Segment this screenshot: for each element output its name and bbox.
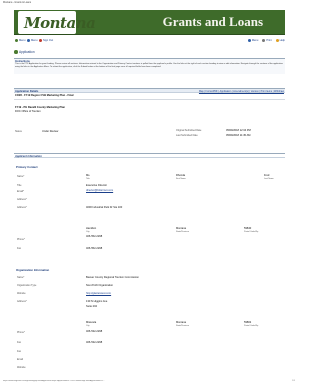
contact-phone-label: Phone* <box>17 238 25 241</box>
contact-email-value[interactable]: director@bitterroot.com <box>86 189 113 192</box>
contact-prefix: Ms. <box>86 174 91 177</box>
menu-label: Menu <box>19 39 26 42</box>
org-city: Missoula <box>86 321 97 324</box>
org-city-sub: City <box>86 325 90 327</box>
contact-address-value: 4000 Industrial Park Dr Ste 100 <box>86 206 123 209</box>
submitted-value: 05/09/2018 12:34 PM <box>226 129 251 132</box>
contact-email-label: Email* <box>17 190 24 193</box>
application-details-links[interactable]: Map | Forms/PDF | Application | Amendmen… <box>199 90 284 93</box>
submitted-label: Original Submitted Date <box>176 129 202 132</box>
help-icon <box>275 39 279 42</box>
sign-out-icon <box>39 39 42 42</box>
contact-last-name: Fred <box>264 174 270 177</box>
contact-fax-label: Fax <box>17 247 21 250</box>
logo-text: Montana <box>24 14 96 32</box>
org-type-label: Organization Type <box>17 284 37 287</box>
org-state-sub: State/Province <box>176 325 190 327</box>
menu-link-2[interactable]: Menu <box>27 39 38 42</box>
home-icon <box>15 39 18 42</box>
contact-phone-value: 406-552-2298 <box>86 235 103 238</box>
help-label: Help <box>279 39 285 42</box>
toolbar-right: Menu Print Help <box>247 39 285 42</box>
divider <box>14 99 285 100</box>
banner-title: Grants and Loans <box>162 14 263 29</box>
list-icon <box>247 39 251 42</box>
contact-city: Hamilton <box>86 227 97 230</box>
contact-first-sub: First Name <box>176 178 186 180</box>
menu-right-label: Menu <box>251 39 259 42</box>
contact-title-value: Executive Director <box>86 184 108 187</box>
print-icon <box>262 39 266 42</box>
contact-title-label: Title <box>17 184 22 187</box>
contact-address-label: Address* <box>17 198 27 201</box>
application-details-title: Application Details <box>15 89 39 93</box>
org-web-label: Website <box>17 292 26 295</box>
menu-right-link[interactable]: Menu <box>247 39 259 42</box>
org-name-label: Name* <box>17 276 25 279</box>
application-heading: Application <box>14 50 35 54</box>
org-address2-value: Suite 204 <box>86 305 97 308</box>
last-submitted-value: 05/09/2018 11:45 AM <box>226 134 251 137</box>
program-code: CO28 - FY19 Region CVB Marketing Plan - … <box>15 94 74 97</box>
site-banner: Montana Grants and Loans <box>14 10 285 35</box>
applicant-info-bar: Applicant Information <box>14 153 285 158</box>
print-link[interactable]: Print <box>262 39 272 42</box>
contact-fax-value: 406-552-2298 <box>86 247 103 250</box>
contact-city-sub: City <box>86 231 90 233</box>
org-web-value[interactable]: http://glacierwest.com <box>86 292 111 295</box>
footer-url: https://www.mtgrants.com/grantsapply/Vie… <box>3 380 105 382</box>
sign-out-link[interactable]: Sign Out <box>39 39 53 42</box>
org-address-value: 130 N Higgins Ave <box>86 300 108 303</box>
org-name-value: Beaver County Regional Tourism Commissio… <box>86 276 139 279</box>
menu-label-2: Menu <box>31 39 38 42</box>
menu-link[interactable]: Menu <box>15 39 26 42</box>
instructions-text: This is the PTF Application for grant fu… <box>15 63 283 68</box>
org-extra-label-3: Website <box>17 366 26 369</box>
contact-address-label-2: Address* <box>17 206 27 209</box>
site-logo[interactable]: Montana <box>18 11 96 34</box>
window-title: Montana - Grants & Loans <box>3 1 32 4</box>
status-label: Status <box>15 130 22 133</box>
list-icon <box>27 39 30 42</box>
org-extra-label-2: Email <box>17 358 23 361</box>
contact-state-sub: State/Province <box>176 231 190 233</box>
help-link[interactable]: Help <box>275 39 285 42</box>
org-phone-value: 406-532-2298 <box>86 330 103 333</box>
org-address-label: Address* <box>17 300 27 303</box>
footer-page: 1/1 <box>292 380 295 382</box>
application-details-bar: Application Details Map | Forms/PDF | Ap… <box>14 88 285 93</box>
print-label: Print <box>266 39 272 42</box>
contact-name-label: Name* <box>17 175 25 178</box>
contact-zip-sub: Postal Code/Zip <box>244 231 259 233</box>
org-zip-sub: Postal Code/Zip <box>244 325 259 327</box>
toolbar: Menu Menu Sign Out Menu Print Help <box>14 39 285 45</box>
org-zip: 59802 <box>244 321 252 324</box>
application-heading-text: Application <box>19 50 35 54</box>
instructions-panel: Instructions This is the PTF Application… <box>14 58 285 74</box>
document-icon <box>14 50 18 54</box>
application-name: FY19 - PH Ravalli County Marketing Plan <box>15 106 66 109</box>
contact-first-name: Rhonda <box>176 174 186 177</box>
org-fax-value: 406-532-2298 <box>86 341 103 344</box>
sign-out-label: Sign Out <box>43 39 54 42</box>
org-extra-label-1: Fax <box>17 350 21 353</box>
org-fax-label: Fax <box>17 341 21 344</box>
org-phone-label: Phone* <box>17 331 25 334</box>
last-submitted-label: Last Submitted Date <box>176 134 198 137</box>
contact-zip: 59840 <box>244 227 252 230</box>
contact-prefix-sub: Title <box>86 178 90 180</box>
applicant-info-title: Applicant Information <box>15 154 42 158</box>
org-type-value: Non-Profit Organization <box>86 284 114 287</box>
org-state: Montana <box>176 321 187 324</box>
primary-contact-title: Primary Contact <box>16 165 38 169</box>
organization-title: Organization Information <box>16 268 50 272</box>
application-organization: DOC Office of Tourism <box>15 110 41 113</box>
contact-state: Montana <box>176 227 187 230</box>
status-value: Under Review <box>42 130 59 133</box>
contact-last-sub: Last Name <box>264 178 274 180</box>
